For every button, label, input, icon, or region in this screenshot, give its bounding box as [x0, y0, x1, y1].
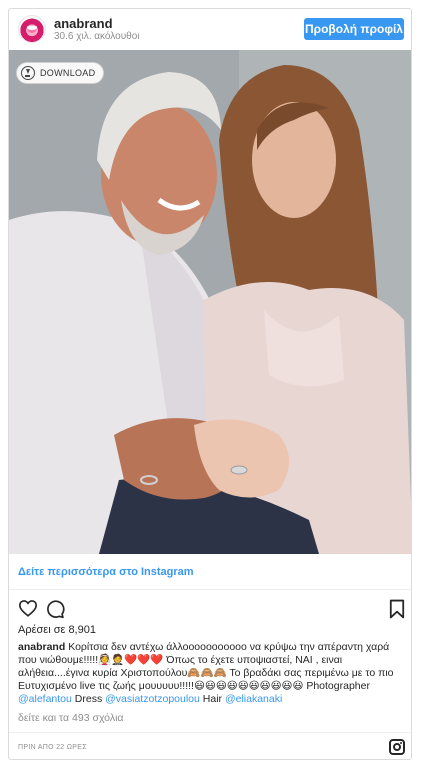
caption-text: Κορίτσια δεν αντέχω άλλοοοοοοοοοοο να κρ… — [18, 641, 394, 692]
avatar[interactable] — [18, 15, 46, 43]
bookmark-icon[interactable] — [389, 599, 405, 619]
mention-dress[interactable]: @vasiatzotzopoulou — [105, 693, 200, 705]
caption-hair-label: Hair — [202, 693, 223, 705]
download-label: DOWNLOAD — [40, 68, 96, 78]
post-timestamp: ΠΡΙΝ ΑΠΟ 22 ΩΡΕΣ — [18, 744, 87, 751]
mention-hair[interactable]: @eliakanaki — [225, 693, 282, 705]
post-photo[interactable]: DOWNLOAD — [9, 50, 411, 554]
instagram-embed-card: anabrand 30.6 χιλ. ακόλουθοι Προβολή προ… — [8, 8, 412, 760]
caption-dress-label: Dress — [74, 693, 103, 705]
divider — [9, 732, 411, 733]
instagram-icon[interactable] — [389, 739, 405, 755]
avatar-logo-icon — [27, 26, 37, 33]
download-button[interactable]: DOWNLOAD — [16, 62, 105, 84]
comment-icon[interactable] — [45, 599, 65, 619]
mention-photographer[interactable]: @alefantou — [18, 693, 72, 705]
likes-count[interactable]: Αρέσει σε 8,901 — [18, 624, 96, 636]
heart-icon[interactable] — [18, 599, 38, 617]
photo-illustration — [9, 50, 411, 554]
action-bar — [9, 592, 411, 622]
post-header: anabrand 30.6 χιλ. ακόλουθοι Προβολή προ… — [9, 9, 411, 49]
follower-count: 30.6 χιλ. ακόλουθοι — [54, 31, 140, 42]
caption-username[interactable]: anabrand — [18, 641, 65, 653]
view-profile-button[interactable]: Προβολή προφίλ — [304, 18, 404, 40]
view-all-comments-link[interactable]: δείτε και τα 493 σχόλια — [18, 712, 123, 724]
username[interactable]: anabrand — [54, 16, 113, 31]
view-more-on-instagram-link[interactable]: Δείτε περισσότερα στο Instagram — [9, 554, 411, 590]
post-caption: anabrand Κορίτσια δεν αντέχω άλλοοοοοοοο… — [18, 641, 410, 706]
download-icon — [21, 66, 35, 80]
